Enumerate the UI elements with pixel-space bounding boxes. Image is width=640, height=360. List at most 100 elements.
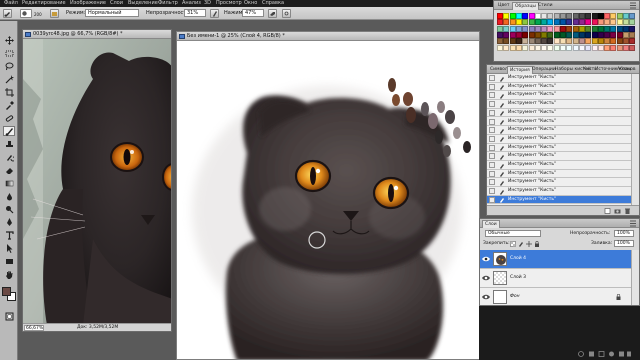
visibility-eye-icon[interactable]	[482, 256, 490, 262]
clone-stamp-tool[interactable]	[3, 139, 15, 149]
color-swatch[interactable]	[585, 25, 592, 32]
color-swatch[interactable]	[547, 13, 554, 19]
menu-analysis[interactable]: Анализ	[182, 0, 201, 7]
color-swatch[interactable]	[591, 25, 598, 32]
color-swatch[interactable]	[522, 13, 529, 19]
history-source-checkbox[interactable]	[489, 153, 495, 160]
color-swatch[interactable]	[560, 19, 566, 26]
color-swatch[interactable]	[553, 38, 560, 45]
history-item[interactable]: Инструмент "Кисть"	[487, 152, 631, 161]
layer-opacity-input[interactable]: 100%	[614, 230, 634, 237]
color-swatch[interactable]	[610, 44, 617, 51]
color-swatch[interactable]	[528, 38, 535, 45]
history-brush-tool[interactable]	[3, 152, 15, 162]
color-swatch[interactable]	[547, 31, 554, 38]
color-swatch[interactable]	[560, 44, 566, 51]
color-swatch[interactable]	[509, 19, 516, 26]
reference-photo-tab[interactable]: 0039yrc48.jpg @ 66,7% (RGB/8#) *	[23, 30, 171, 39]
document-size-info[interactable]: Док: 3,52M/3,52M	[77, 324, 118, 331]
color-swatch[interactable]	[591, 31, 598, 38]
history-item[interactable]: Инструмент "Кисть"	[487, 161, 631, 170]
tab-layers[interactable]: Слои	[482, 220, 500, 228]
lasso-tool[interactable]	[3, 61, 15, 71]
color-swatch[interactable]	[503, 38, 510, 45]
healing-brush-tool[interactable]	[3, 113, 15, 123]
color-swatch[interactable]	[553, 44, 560, 51]
link-icon[interactable]	[578, 351, 584, 357]
color-swatch[interactable]	[597, 44, 604, 51]
brush-picker-button[interactable]	[20, 9, 32, 18]
color-swatch[interactable]	[597, 31, 604, 38]
history-source-checkbox[interactable]	[489, 179, 495, 186]
history-item[interactable]: Инструмент "Кисть"	[487, 83, 631, 92]
color-swatch[interactable]	[503, 19, 510, 26]
adjustment-icon[interactable]	[609, 351, 614, 357]
history-source-checkbox[interactable]	[489, 75, 495, 81]
color-swatch[interactable]	[528, 44, 535, 51]
history-item[interactable]: Инструмент "Кисть"	[487, 135, 631, 144]
color-swatch[interactable]	[560, 13, 566, 19]
color-swatch[interactable]	[629, 31, 636, 38]
type-tool[interactable]	[3, 230, 15, 240]
history-source-checkbox[interactable]	[489, 135, 495, 142]
color-swatch[interactable]	[623, 31, 629, 38]
color-swatch[interactable]	[522, 38, 529, 45]
shape-tool[interactable]	[3, 256, 15, 266]
color-swatch[interactable]	[528, 31, 535, 38]
color-swatch[interactable]	[541, 13, 548, 19]
color-swatch[interactable]	[522, 31, 529, 38]
color-swatch[interactable]	[560, 25, 566, 32]
color-swatch[interactable]	[547, 25, 554, 32]
color-swatch[interactable]	[572, 31, 579, 38]
color-swatch[interactable]	[623, 44, 629, 51]
history-source-checkbox[interactable]	[489, 92, 495, 99]
fill-input[interactable]: 100%	[614, 240, 634, 247]
menu-help[interactable]: Справка	[262, 0, 284, 7]
history-item[interactable]: Инструмент "Кисть"	[487, 187, 631, 196]
history-item[interactable]: Инструмент "Кисть"	[487, 144, 631, 153]
panel-menu-icon[interactable]	[629, 220, 637, 227]
color-swatch[interactable]	[553, 13, 560, 19]
delete-layer-icon[interactable]	[627, 351, 631, 357]
color-swatch[interactable]	[604, 44, 611, 51]
color-swatch[interactable]	[616, 38, 623, 45]
color-swatch[interactable]	[515, 19, 522, 26]
lock-transparency-icon[interactable]	[510, 241, 516, 247]
color-swatch[interactable]	[597, 13, 604, 19]
color-swatch[interactable]	[572, 44, 579, 51]
color-swatch[interactable]	[515, 25, 522, 32]
history-source-checkbox[interactable]	[489, 170, 495, 177]
color-swatch[interactable]	[503, 13, 510, 19]
color-swatch[interactable]	[578, 13, 585, 19]
brush-panel-toggle[interactable]	[50, 9, 59, 18]
tab-swatches[interactable]: Образцы	[512, 2, 539, 10]
layer-item[interactable]: Фон	[480, 288, 631, 305]
trash-icon[interactable]	[624, 208, 631, 214]
color-swatch[interactable]	[585, 19, 592, 26]
tab-color[interactable]: Цвет	[496, 2, 512, 10]
history-source-checkbox[interactable]	[489, 188, 495, 195]
history-item[interactable]: Инструмент "Кисть"	[487, 100, 631, 109]
airbrush-toggle[interactable]	[268, 9, 277, 18]
tablet-opacity-toggle[interactable]	[210, 9, 219, 18]
history-source-checkbox[interactable]	[489, 144, 495, 151]
opacity-input[interactable]: 31%	[184, 9, 206, 17]
color-swatch[interactable]	[503, 25, 510, 32]
history-scrollbar[interactable]	[631, 74, 639, 205]
color-swatch[interactable]	[534, 13, 541, 19]
color-swatch[interactable]	[610, 19, 617, 26]
color-swatch[interactable]	[616, 25, 623, 32]
color-swatch[interactable]	[623, 19, 629, 26]
gradient-tool[interactable]	[3, 178, 15, 188]
panel-menu-icon[interactable]	[629, 2, 637, 9]
color-swatch[interactable]	[591, 13, 598, 19]
color-swatch[interactable]	[578, 44, 585, 51]
color-swatch[interactable]	[578, 19, 585, 26]
color-swatch[interactable]	[572, 13, 579, 19]
history-source-checkbox[interactable]	[489, 196, 495, 203]
color-swatch[interactable]	[541, 25, 548, 32]
color-swatch[interactable]	[585, 44, 592, 51]
menu-edit[interactable]: Редактирование	[22, 0, 66, 7]
color-swatch[interactable]	[541, 44, 548, 51]
tab-styles[interactable]: Стили	[536, 2, 555, 10]
